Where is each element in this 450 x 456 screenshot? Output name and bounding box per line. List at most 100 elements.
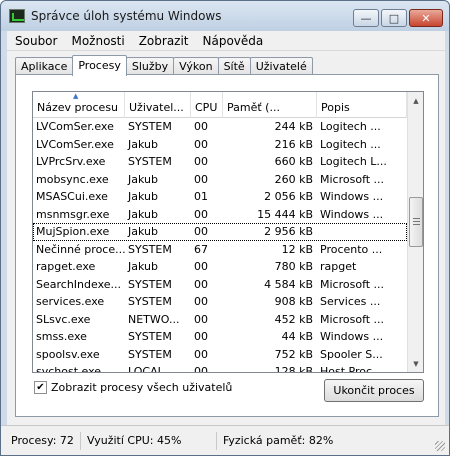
process-list[interactable]: ▲ Název procesu Uživatel... CPU Paměť (.… — [32, 91, 424, 373]
process-description-cell: Spooler S... — [320, 347, 383, 361]
menu-soubor[interactable]: Soubor — [15, 34, 57, 48]
scroll-up-icon[interactable]: ▲ — [408, 92, 423, 109]
resize-grip-icon[interactable] — [435, 441, 445, 451]
process-user-cell: SYSTEM — [128, 295, 172, 309]
column-header-memory[interactable]: Paměť (... — [223, 92, 317, 118]
process-name-cell: MujSpion.exe — [36, 225, 110, 239]
task-manager-window: Správce úloh systému Windows — □ ✕ Soubo… — [0, 0, 450, 456]
process-user-cell: Jakub — [128, 190, 158, 204]
table-row[interactable]: spoolsv.exe SYSTEM 00 752 kB Spooler S... — [33, 346, 407, 364]
process-user-cell: Jakub — [128, 260, 158, 274]
process-name-cell: LVPrcSrv.exe — [36, 155, 106, 169]
process-cpu-cell: 00 — [194, 225, 208, 239]
process-description-cell: Procento ... — [320, 242, 383, 256]
process-description-cell: Microsoft ... — [320, 172, 385, 186]
process-user-cell: NETWO... — [128, 312, 180, 326]
table-row[interactable]: mobsync.exe Jakub 00 260 kB Microsoft ... — [33, 171, 407, 189]
title-bar[interactable]: Správce úloh systému Windows — □ ✕ — [1, 1, 449, 31]
end-process-button[interactable]: Ukončit proces — [324, 379, 424, 402]
process-cpu-cell: 00 — [194, 260, 208, 274]
process-user-cell: Jakub — [128, 207, 158, 221]
tab-uzivatele[interactable]: Uživatelé — [249, 57, 313, 75]
show-all-users-checkbox[interactable]: ✔ — [34, 381, 47, 394]
table-row[interactable]: services.exe SYSTEM 00 908 kB Services ... — [33, 293, 407, 311]
column-header-user[interactable]: Uživatel... — [125, 92, 191, 118]
status-cpu-usage: Využití CPU: 45% — [81, 431, 217, 450]
process-cpu-cell: 00 — [194, 330, 208, 344]
column-header-name[interactable]: ▲ Název procesu — [33, 92, 125, 118]
process-cpu-cell: 00 — [194, 120, 208, 134]
process-description-cell: Services ... — [320, 295, 381, 309]
process-user-cell: LOCAL ... — [128, 365, 178, 373]
table-row[interactable]: LVComSer.exe Jakub 00 216 kB Logitech ... — [33, 136, 407, 154]
tab-vykon[interactable]: Výkon — [173, 57, 219, 75]
menu-bar: Soubor Možnosti Zobrazit Nápověda — [7, 31, 445, 51]
grip-line — [413, 224, 420, 226]
process-memory-cell: 780 kB — [274, 260, 313, 274]
process-cpu-cell: 00 — [194, 207, 208, 221]
process-name-cell: SLsvc.exe — [36, 312, 91, 326]
processes-panel: ▲ Název procesu Uživatel... CPU Paměť (.… — [15, 74, 439, 417]
process-memory-cell: 12 kB — [281, 242, 313, 256]
process-memory-cell: 452 kB — [274, 312, 313, 326]
process-user-cell: SYSTEM — [128, 155, 172, 169]
tab-site[interactable]: Sítě — [217, 57, 251, 75]
minimize-button[interactable]: — — [353, 9, 379, 27]
process-name-cell: svchost.exe — [36, 365, 102, 373]
process-memory-cell: 2 056 kB — [264, 190, 313, 204]
status-bar: Procesy: 72 Využití CPU: 45% Fyzická pam… — [1, 425, 449, 455]
tab-sluzby[interactable]: Služby — [125, 57, 175, 75]
table-row[interactable]: MujSpion.exe Jakub 00 2 956 kB — [33, 223, 407, 241]
process-memory-cell: 908 kB — [274, 295, 313, 309]
table-row[interactable]: LVComSer.exe SYSTEM 00 244 kB Logitech ... — [33, 118, 407, 136]
menu-zobrazit[interactable]: Zobrazit — [139, 34, 189, 48]
process-memory-cell: 44 kB — [281, 330, 313, 344]
vertical-scrollbar[interactable]: ▲ ▼ — [407, 92, 423, 372]
process-user-cell: Jakub — [128, 137, 158, 151]
maximize-button[interactable]: □ — [381, 9, 407, 27]
column-header-description[interactable]: Popis — [317, 92, 407, 118]
scroll-down-icon[interactable]: ▼ — [408, 355, 423, 372]
process-description-cell: rapget — [320, 260, 357, 274]
table-row[interactable]: msnmsgr.exe Jakub 00 15 444 kB Windows ... — [33, 206, 407, 224]
process-user-cell: Jakub — [128, 172, 158, 186]
table-row[interactable]: SearchIndexe... SYSTEM 00 4 584 kB Microsoft… — [33, 276, 407, 294]
process-cpu-cell: 00 — [194, 295, 208, 309]
table-row[interactable]: SLsvc.exe NETWO... 00 452 kB Microsoft ... — [33, 311, 407, 329]
process-description-cell: Microsoft ... — [320, 312, 385, 326]
table-row[interactable]: Nečinné proce... SYSTEM 67 12 kB Procento ..… — [33, 241, 407, 259]
process-name-cell: rapget.exe — [36, 260, 96, 274]
process-description-cell: Logitech L... — [320, 155, 387, 169]
process-cpu-cell: 67 — [194, 242, 208, 256]
table-row[interactable]: MSASCui.exe Jakub 01 2 056 kB Windows ... — [33, 188, 407, 206]
process-cpu-cell: 00 — [194, 137, 208, 151]
table-row[interactable]: smss.exe SYSTEM 00 44 kB Windows ... — [33, 328, 407, 346]
process-memory-cell: 216 kB — [274, 137, 313, 151]
menu-napoveda[interactable]: Nápověda — [203, 34, 264, 48]
table-row[interactable]: svchost.exe LOCAL ... 00 128 kB Host Proc... — [33, 363, 407, 373]
sort-ascending-icon: ▲ — [73, 92, 79, 100]
tab-procesy[interactable]: Procesy — [72, 55, 127, 76]
show-all-users-option[interactable]: ✔ Zobrazit procesy všech uživatelů — [34, 381, 232, 394]
process-memory-cell: 2 956 kB — [264, 225, 313, 239]
close-button[interactable]: ✕ — [409, 9, 443, 27]
process-description-cell: Microsoft ... — [320, 277, 385, 291]
status-memory-usage: Fyzická paměť: 82% — [223, 433, 334, 447]
list-header: ▲ Název procesu Uživatel... CPU Paměť (.… — [33, 92, 407, 118]
process-name-cell: services.exe — [36, 295, 105, 309]
menu-moznosti[interactable]: Možnosti — [71, 34, 124, 48]
table-row[interactable]: rapget.exe Jakub 00 780 kB rapget — [33, 258, 407, 276]
scrollbar-thumb[interactable] — [409, 197, 423, 248]
process-memory-cell: 4 584 kB — [264, 277, 313, 291]
process-name-cell: MSASCui.exe — [36, 190, 108, 204]
process-rows: LVComSer.exe SYSTEM 00 244 kB Logitech ... LV… — [33, 118, 407, 373]
process-memory-cell: 660 kB — [274, 155, 313, 169]
process-cpu-cell: 01 — [194, 190, 208, 204]
column-header-name-label: Název procesu — [37, 101, 119, 114]
column-header-cpu[interactable]: CPU — [191, 92, 223, 118]
tab-aplikace[interactable]: Aplikace — [15, 57, 74, 75]
task-manager-icon — [9, 9, 25, 23]
show-all-users-label[interactable]: Zobrazit procesy všech uživatelů — [51, 381, 232, 394]
process-description-cell: Logitech ... — [320, 120, 381, 134]
table-row[interactable]: LVPrcSrv.exe SYSTEM 00 660 kB Logitech L... — [33, 153, 407, 171]
